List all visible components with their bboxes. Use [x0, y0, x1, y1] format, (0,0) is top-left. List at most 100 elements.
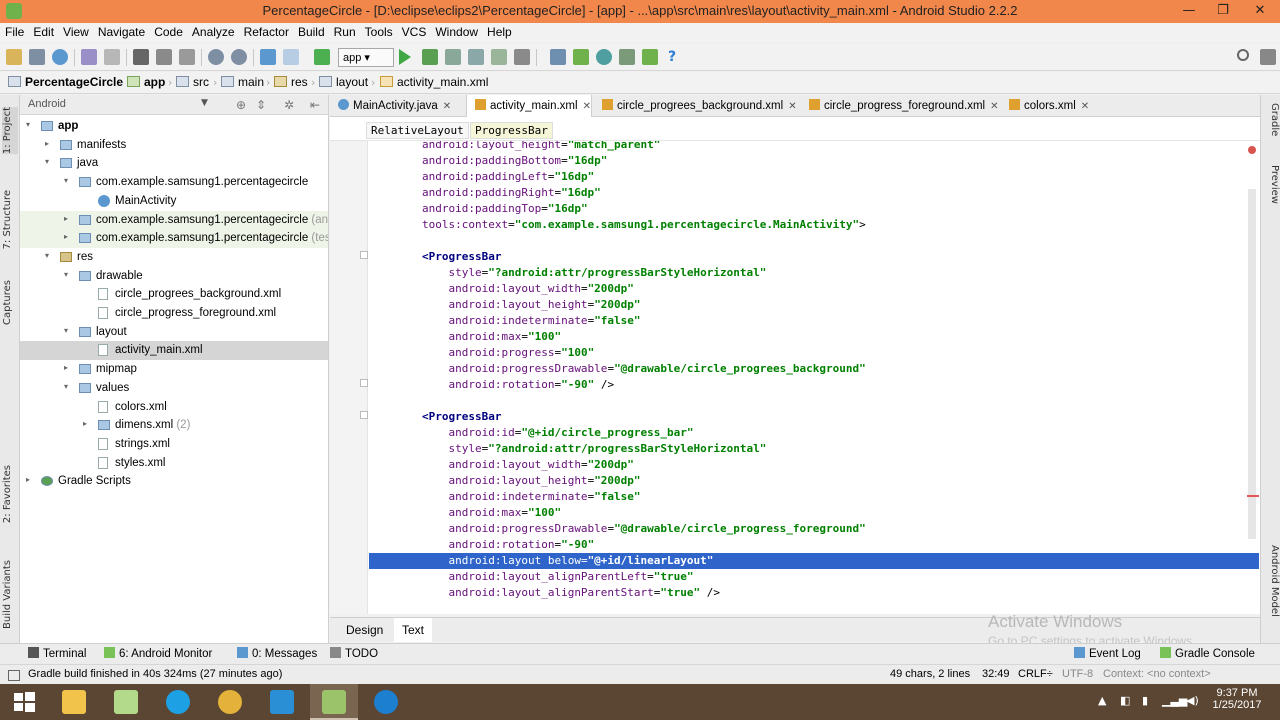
- tree-item[interactable]: ▸ com.example.samsung1.percentagecircle (…: [20, 210, 328, 230]
- tab-text[interactable]: Text: [394, 618, 433, 642]
- menu-build[interactable]: Build: [295, 23, 331, 42]
- editor-tab[interactable]: MainActivity.java ✕: [330, 95, 464, 117]
- tab-project[interactable]: 1: Project: [2, 107, 18, 155]
- code-line[interactable]: android:layout_alignParentStart="true" /…: [369, 585, 1259, 601]
- menu-code[interactable]: Code: [151, 23, 189, 42]
- save-icon[interactable]: [29, 49, 45, 65]
- tree-item[interactable]: ▸ com.example.samsung1.percentagecircle (…: [20, 229, 328, 248]
- code-line[interactable]: android:paddingRight="16dp": [369, 185, 1259, 201]
- taskbar-app-screen-capture[interactable]: [258, 684, 306, 720]
- menu-help[interactable]: Help: [484, 23, 518, 42]
- undo-icon[interactable]: [81, 49, 97, 65]
- code-line[interactable]: android:indeterminate="false": [369, 489, 1259, 505]
- error-stripe-mark[interactable]: [1247, 495, 1259, 497]
- paste-icon[interactable]: [179, 49, 195, 65]
- tab-messages[interactable]: 0: Messages: [237, 647, 317, 660]
- cut-icon[interactable]: [133, 49, 149, 65]
- fold-icon[interactable]: [360, 379, 368, 387]
- menu-refactor[interactable]: Refactor: [241, 23, 295, 42]
- forward-icon[interactable]: [283, 49, 299, 65]
- breadcrumb-item[interactable]: activity_main.xml: [380, 75, 488, 91]
- cursor-position[interactable]: 32:49: [982, 668, 1010, 680]
- menu-tools[interactable]: Tools: [362, 23, 399, 42]
- stop-icon[interactable]: [514, 49, 530, 65]
- status-message[interactable]: Gradle build finished in 40s 324ms (27 m…: [28, 668, 282, 680]
- sync-icon[interactable]: [52, 49, 68, 65]
- tab-structure[interactable]: 7: Structure: [2, 190, 18, 249]
- android-icon[interactable]: [642, 49, 658, 65]
- settings-icon[interactable]: ✲: [284, 98, 294, 112]
- copy-icon[interactable]: [156, 49, 172, 65]
- apply-changes-icon[interactable]: [491, 49, 507, 65]
- close-tab-icon[interactable]: ✕: [443, 101, 451, 112]
- tree-item[interactable]: colors.xml: [20, 398, 328, 417]
- collapsed-arrow-icon[interactable]: ▸: [83, 419, 87, 428]
- error-indicator-icon[interactable]: [1248, 146, 1256, 154]
- taskbar-app-chrome[interactable]: [206, 684, 254, 720]
- code-line[interactable]: android:progressDrawable="@drawable/circ…: [369, 361, 1259, 377]
- find-icon[interactable]: [208, 49, 224, 65]
- gradle-sync-icon[interactable]: [596, 49, 612, 65]
- avd-manager-icon[interactable]: [550, 49, 566, 65]
- tree-item[interactable]: ▾ res: [20, 248, 328, 267]
- expanded-arrow-icon[interactable]: ▾: [45, 157, 49, 166]
- tree-item[interactable]: ▾ values: [20, 379, 328, 398]
- fold-icon[interactable]: [360, 411, 368, 419]
- expanded-arrow-icon[interactable]: ▾: [45, 251, 49, 260]
- breadcrumb-item[interactable]: main: [221, 75, 264, 91]
- collapsed-arrow-icon[interactable]: ▸: [26, 475, 30, 484]
- code-line[interactable]: style="?android:attr/progressBarStyleHor…: [369, 265, 1259, 281]
- tree-item[interactable]: ▾ drawable: [20, 267, 328, 286]
- editor-tab[interactable]: circle_progress_foreground.xml ✕: [801, 95, 999, 117]
- breadcrumb-item[interactable]: layout: [319, 75, 368, 91]
- code-line[interactable]: android:layout_height="200dp": [369, 473, 1259, 489]
- code-line[interactable]: android:layout_height="match_parent": [369, 141, 1259, 153]
- tree-item[interactable]: ▸ manifests: [20, 136, 328, 155]
- maximize-button[interactable]: ❐: [1206, 0, 1240, 23]
- start-button[interactable]: [0, 684, 48, 720]
- code-line[interactable]: android:id="@+id/circle_progress_bar": [369, 425, 1259, 441]
- editor-tab[interactable]: colors.xml ✕: [1001, 95, 1101, 117]
- replace-icon[interactable]: [231, 49, 247, 65]
- tab-android-model[interactable]: Android Model: [1264, 545, 1280, 617]
- code-line[interactable]: android:rotation="-90" />: [369, 377, 1259, 393]
- run-icon[interactable]: [399, 49, 411, 65]
- back-icon[interactable]: [260, 49, 276, 65]
- taskbar-app-android-studio[interactable]: [310, 684, 358, 720]
- expanded-arrow-icon[interactable]: ▾: [64, 326, 68, 335]
- menu-window[interactable]: Window: [432, 23, 484, 42]
- menu-run[interactable]: Run: [331, 23, 362, 42]
- code-line[interactable]: android:max="100": [369, 505, 1259, 521]
- expanded-arrow-icon[interactable]: ▾: [64, 270, 68, 279]
- tab-preview[interactable]: Preview: [1264, 165, 1280, 204]
- tab-gradle[interactable]: Gradle: [1264, 103, 1280, 136]
- tree-item[interactable]: circle_progress_foreground.xml: [20, 304, 328, 323]
- menu-file[interactable]: File: [2, 23, 30, 42]
- hide-panel-icon[interactable]: ⇤: [310, 98, 320, 112]
- expanded-arrow-icon[interactable]: ▾: [64, 382, 68, 391]
- collapsed-arrow-icon[interactable]: ▸: [45, 139, 49, 148]
- collapse-icon[interactable]: ⇕: [256, 98, 266, 112]
- code-line[interactable]: style="?android:attr/progressBarStyleHor…: [369, 441, 1259, 457]
- code-line[interactable]: [369, 393, 1259, 409]
- collapsed-arrow-icon[interactable]: ▸: [64, 363, 68, 372]
- close-tab-icon[interactable]: ✕: [990, 101, 998, 112]
- tree-item[interactable]: styles.xml: [20, 454, 328, 473]
- redo-icon[interactable]: [104, 49, 120, 65]
- tray-arrow-icon[interactable]: ▲: [1098, 694, 1106, 707]
- tree-item[interactable]: MainActivity: [20, 192, 328, 211]
- code-line[interactable]: [369, 233, 1259, 249]
- taskbar-app-vlink[interactable]: [362, 684, 410, 720]
- tab-gradle-console[interactable]: Gradle Console: [1160, 647, 1255, 660]
- breadcrumb-item[interactable]: app: [127, 75, 165, 91]
- tree-item[interactable]: ▸ mipmap: [20, 360, 328, 379]
- code-line[interactable]: android:progressDrawable="@drawable/circ…: [369, 521, 1259, 537]
- breadcrumb-item[interactable]: res: [274, 75, 308, 91]
- breadcrumb-item[interactable]: PercentageCircle: [8, 75, 123, 91]
- code-line[interactable]: android:layout_width="200dp": [369, 457, 1259, 473]
- code-line[interactable]: android:layout_height="200dp": [369, 297, 1259, 313]
- battery-icon[interactable]: ▮: [1142, 694, 1148, 707]
- code-line[interactable]: android:indeterminate="false": [369, 313, 1259, 329]
- breadcrumb-item[interactable]: src: [176, 75, 209, 91]
- xml-crumb-progressbar[interactable]: ProgressBar: [470, 122, 553, 139]
